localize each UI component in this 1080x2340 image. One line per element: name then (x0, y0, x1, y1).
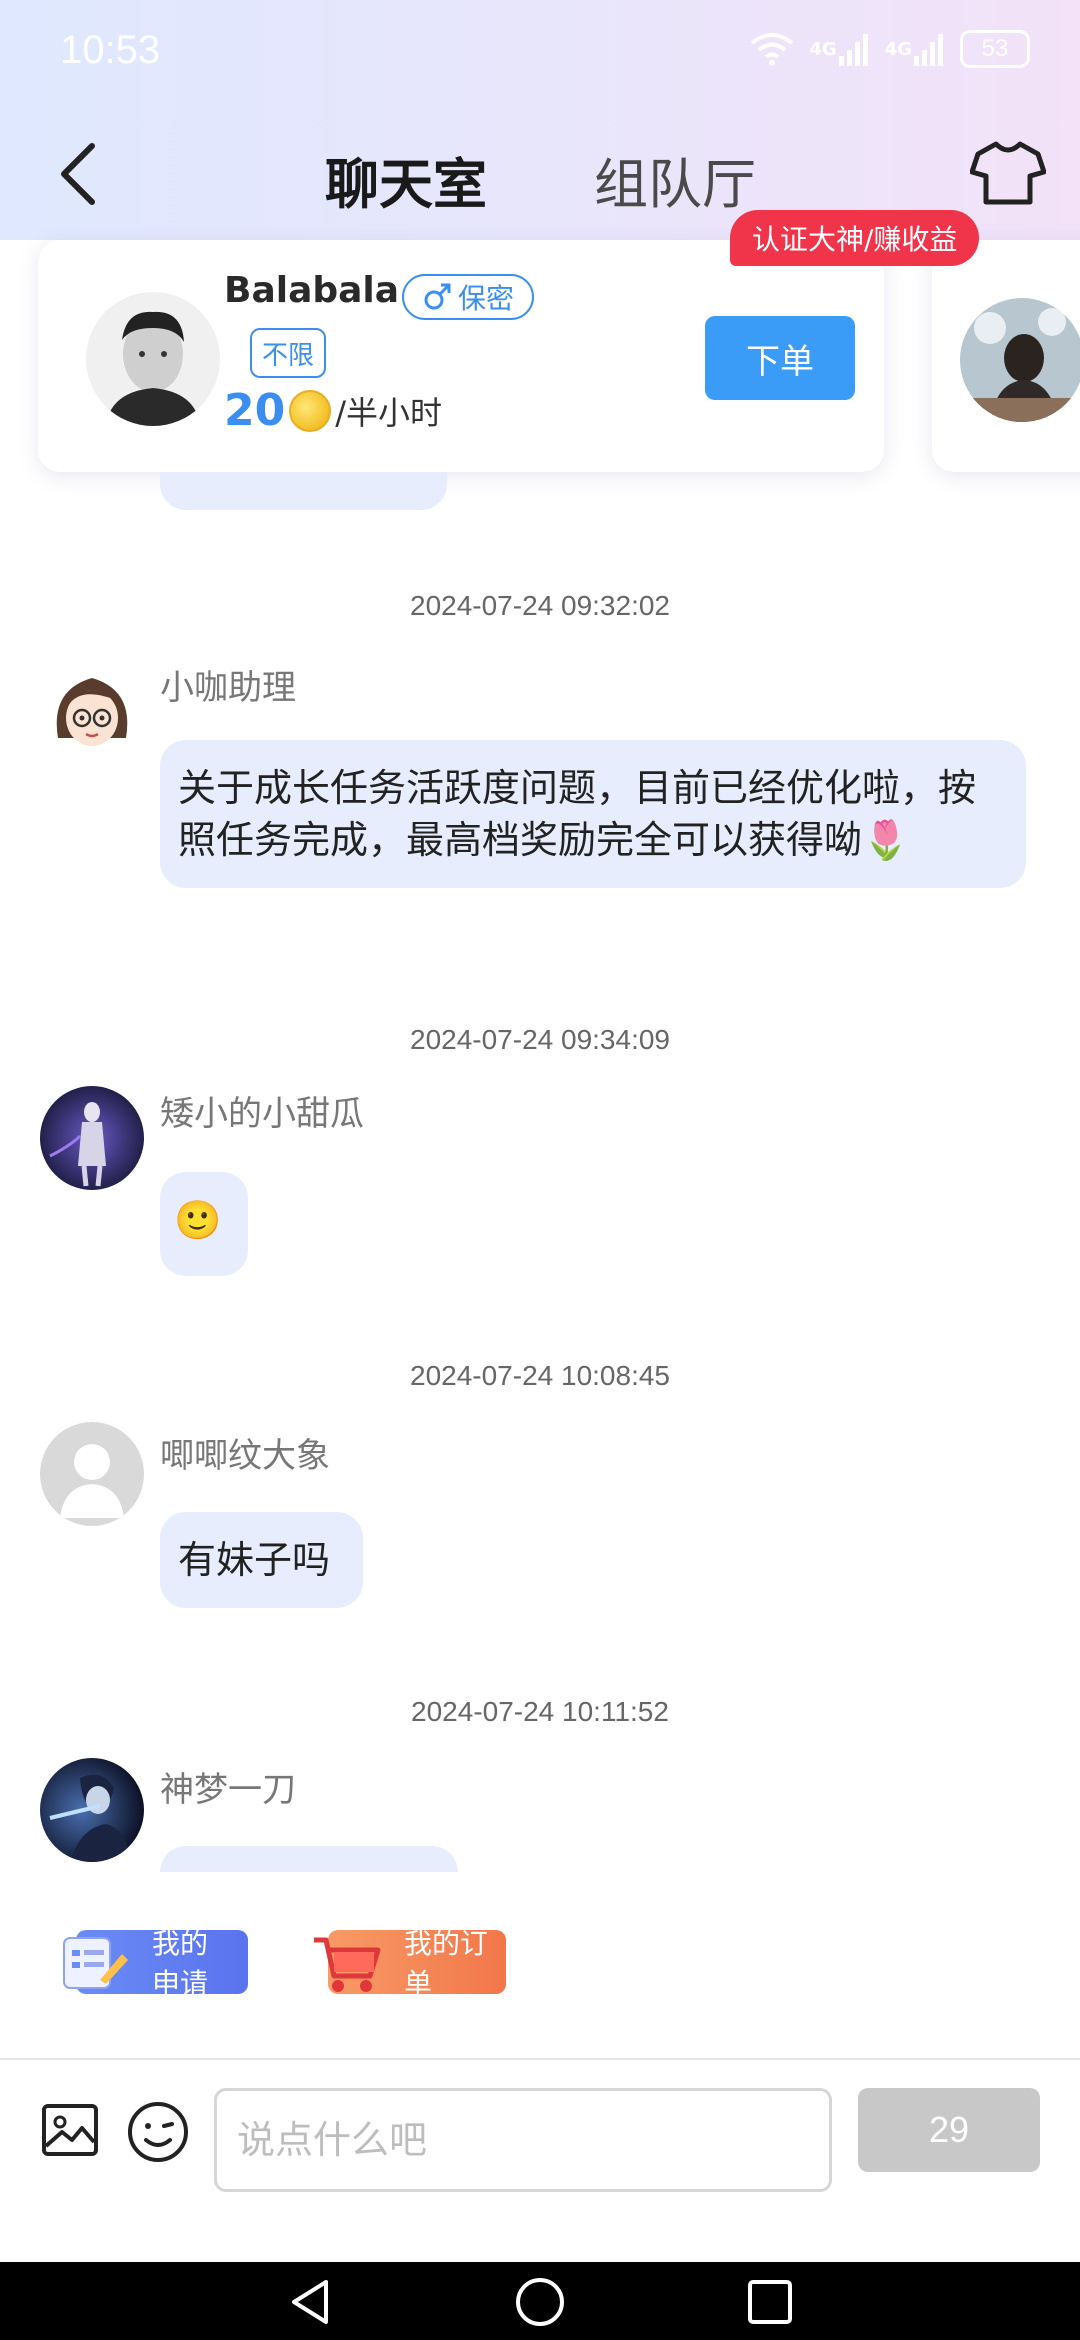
player-card[interactable]: Balabala 保密 不限 20 /半小时 下单 (38, 240, 884, 472)
network-type-label: 4G (884, 38, 912, 60)
nav-recents-button[interactable] (742, 2274, 798, 2330)
sender-name: 矮小的小甜瓜 (160, 1094, 364, 1134)
application-form-icon (63, 1937, 128, 1989)
default-avatar-icon (40, 1422, 144, 1526)
status-time: 10:53 (60, 28, 161, 72)
triangle-back-icon (292, 2280, 328, 2324)
avatar[interactable] (40, 1422, 144, 1526)
avatar[interactable] (86, 292, 220, 426)
player-name: Balabala (224, 270, 400, 311)
limit-tag: 不限 (250, 328, 327, 378)
shirt-icon (969, 141, 1047, 205)
tab-team-hall[interactable]: 组队厅 (594, 140, 756, 219)
sender-name: 神梦一刀 (160, 1770, 296, 1810)
message-bubble[interactable]: 有妹子吗 (160, 1512, 363, 1608)
wifi-icon (749, 31, 795, 67)
message-timestamp: 2024-07-24 09:32:02 (410, 590, 670, 621)
avatar[interactable] (40, 660, 144, 764)
send-button[interactable]: 29 (858, 2088, 1040, 2172)
order-button[interactable]: 下单 (705, 316, 855, 400)
male-icon (424, 283, 451, 310)
network-type-label: 4G (809, 38, 837, 60)
nav-back-button[interactable] (282, 2274, 338, 2330)
system-nav-bar (0, 2262, 1080, 2340)
message-timestamp: 2024-07-24 09:34:09 (410, 1024, 670, 1055)
sender-name: 小咖助理 (160, 668, 296, 708)
nav-home-button[interactable] (512, 2274, 568, 2330)
message-bubble[interactable]: 🙂 (160, 1172, 248, 1276)
my-orders-label: 我的订单 (404, 1927, 489, 2000)
shopping-cart-icon (314, 1937, 381, 1992)
my-applications-button[interactable]: 我的申请 (63, 1927, 248, 2000)
avatar[interactable] (40, 1758, 144, 1862)
message-timestamp: 2024-07-24 10:11:52 (411, 1696, 669, 1727)
status-icons: 4G 4G 53 (749, 30, 1030, 68)
image-icon (42, 2104, 98, 2156)
avatar[interactable] (40, 1086, 144, 1190)
battery-icon: 53 (960, 30, 1030, 68)
my-orders-button[interactable]: 我的订单 (314, 1927, 506, 2000)
message-timestamp: 2024-07-24 10:08:45 (410, 1360, 670, 1391)
gender-tag: 保密 (402, 274, 535, 320)
player-card-next[interactable] (932, 240, 1080, 472)
smiley-wink-icon (128, 2102, 188, 2162)
sender-name: 唧唧纹大象 (160, 1436, 330, 1476)
coin-icon (289, 389, 332, 432)
outfit-button[interactable] (969, 138, 1047, 208)
back-button[interactable] (48, 138, 108, 210)
message-input-bar: 29 (0, 2058, 1080, 2260)
message-bubble[interactable] (160, 1846, 458, 1872)
chat-message-list[interactable]: 2024-07-24 09:32:02 小咖助理 关于成长任务活跃度问题，目前已… (0, 472, 1080, 1872)
image-button[interactable] (40, 2100, 100, 2160)
avatar[interactable] (960, 298, 1080, 422)
price-unit: /半小时 (335, 393, 443, 432)
message-bubble (160, 472, 447, 510)
signal-icon: 4G (809, 32, 870, 66)
circle-home-icon (516, 2278, 564, 2326)
emoji-button[interactable] (126, 2100, 190, 2164)
price-value: 20 (224, 385, 286, 436)
certification-badge[interactable]: 认证大神/赚收益 (730, 210, 980, 266)
square-recents-icon (748, 2280, 792, 2324)
message-input[interactable] (214, 2088, 832, 2192)
tab-chat-room[interactable]: 聊天室 (325, 140, 487, 219)
status-bar: 10:53 4G 4G 53 (0, 0, 1080, 105)
signal-icon: 4G (885, 32, 946, 66)
message-bubble[interactable]: 关于成长任务活跃度问题，目前已经优化啦，按照任务完成，最高档奖励完全可以获得呦🌷 (160, 740, 1026, 888)
price-row: 20 /半小时 (224, 385, 442, 436)
my-applications-label: 我的申请 (152, 1927, 209, 2000)
gender-label: 保密 (458, 282, 515, 315)
chevron-left-icon (61, 143, 95, 205)
